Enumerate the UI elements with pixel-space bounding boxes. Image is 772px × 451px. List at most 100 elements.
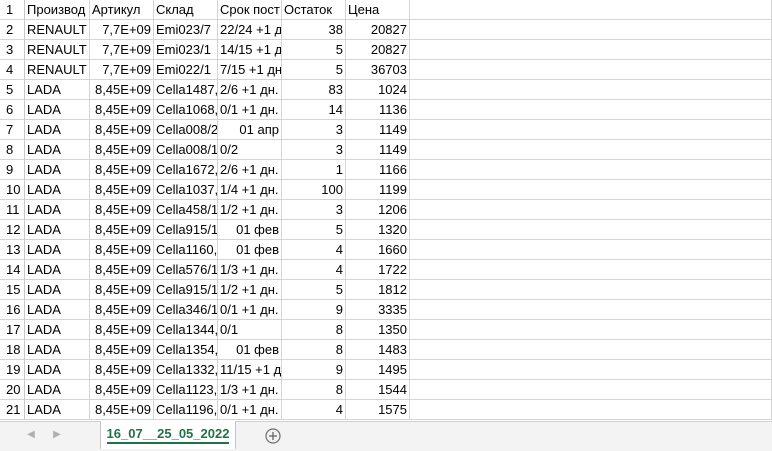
cell-delivery-term[interactable]: 1/2 +1 дн. [218,280,282,300]
cell-stock[interactable]: 5 [282,40,346,60]
cell-delivery-term[interactable]: 1/4 +1 дн. [218,180,282,200]
cell-warehouse[interactable]: Cella1487, [154,80,218,100]
row-header[interactable]: 8 [0,140,25,160]
cell-stock[interactable]: 3 [282,200,346,220]
cell-price[interactable]: 20827 [346,20,410,40]
cell-warehouse[interactable]: Cella576/1 [154,260,218,280]
cell-delivery-term[interactable]: 2/6 +1 дн. [218,160,282,180]
row-header[interactable]: 3 [0,40,25,60]
cell-manufacturer[interactable]: LADA [25,160,90,180]
cell-delivery-term[interactable]: 01 фев [218,240,282,260]
cell-empty[interactable] [410,180,772,200]
cell-article[interactable]: Артикул [90,0,154,20]
cell-manufacturer[interactable]: LADA [25,100,90,120]
cell-empty[interactable] [410,200,772,220]
cell-manufacturer[interactable]: LADA [25,220,90,240]
cell-manufacturer[interactable]: LADA [25,400,90,420]
cell-warehouse[interactable]: Склад [154,0,218,20]
cell-price[interactable]: Цена [346,0,410,20]
cell-warehouse[interactable]: Emi023/7 [154,20,218,40]
cell-warehouse[interactable]: Cella1672, [154,160,218,180]
cell-manufacturer[interactable]: LADA [25,180,90,200]
cell-warehouse[interactable]: Cella915/1 [154,280,218,300]
cell-delivery-term[interactable]: 7/15 +1 дн [218,60,282,80]
cell-empty[interactable] [410,20,772,40]
cell-article[interactable]: 8,45E+09 [90,260,154,280]
cell-manufacturer[interactable]: LADA [25,360,90,380]
cell-manufacturer[interactable]: RENAULT [25,20,90,40]
cell-empty[interactable] [410,100,772,120]
cell-warehouse[interactable]: Cella1196, [154,400,218,420]
cell-empty[interactable] [410,220,772,240]
cell-warehouse[interactable]: Cella1332, [154,360,218,380]
cell-manufacturer[interactable]: LADA [25,280,90,300]
cell-delivery-term[interactable]: 0/1 +1 дн. [218,100,282,120]
cell-article[interactable]: 8,45E+09 [90,280,154,300]
cell-manufacturer[interactable]: LADA [25,80,90,100]
cell-delivery-term[interactable]: 14/15 +1 д [218,40,282,60]
cell-empty[interactable] [410,280,772,300]
row-header[interactable]: 18 [0,340,25,360]
cell-manufacturer[interactable]: LADA [25,120,90,140]
cell-stock[interactable]: 8 [282,380,346,400]
row-header[interactable]: 1 [0,0,25,20]
cell-empty[interactable] [410,160,772,180]
cell-delivery-term[interactable]: Срок пост [218,0,282,20]
cell-warehouse[interactable]: Cella915/1 [154,220,218,240]
cell-empty[interactable] [410,240,772,260]
row-header[interactable]: 21 [0,400,25,420]
cell-manufacturer[interactable]: LADA [25,380,90,400]
cell-price[interactable]: 1166 [346,160,410,180]
row-header[interactable]: 5 [0,80,25,100]
cell-price[interactable]: 1149 [346,120,410,140]
cell-empty[interactable] [410,0,772,20]
cell-delivery-term[interactable]: 0/1 +1 дн. [218,400,282,420]
row-header[interactable]: 11 [0,200,25,220]
sheet-tab-active[interactable]: 16_07__25_05_2022 [100,421,236,449]
cell-article[interactable]: 8,45E+09 [90,120,154,140]
cell-delivery-term[interactable]: 01 апр [218,120,282,140]
row-header[interactable]: 12 [0,220,25,240]
cell-article[interactable]: 7,7E+09 [90,40,154,60]
cell-price[interactable]: 1575 [346,400,410,420]
cell-warehouse[interactable]: Cella008/2 [154,120,218,140]
cell-warehouse[interactable]: Cella1123, [154,380,218,400]
cell-empty[interactable] [410,300,772,320]
cell-warehouse[interactable]: Cella1068, [154,100,218,120]
cell-delivery-term[interactable]: 01 фев [218,220,282,240]
cell-manufacturer[interactable]: LADA [25,260,90,280]
cell-stock[interactable]: Остаток [282,0,346,20]
row-header[interactable]: 7 [0,120,25,140]
cell-price[interactable]: 1812 [346,280,410,300]
cell-warehouse[interactable]: Cella346/1 [154,300,218,320]
row-header[interactable]: 10 [0,180,25,200]
cell-manufacturer[interactable]: Производ [25,0,90,20]
cell-manufacturer[interactable]: RENAULT [25,60,90,80]
cell-article[interactable]: 8,45E+09 [90,200,154,220]
cell-article[interactable]: 8,45E+09 [90,340,154,360]
cell-article[interactable]: 7,7E+09 [90,60,154,80]
cell-empty[interactable] [410,120,772,140]
cell-warehouse[interactable]: Cella1160, [154,240,218,260]
cell-delivery-term[interactable]: 1/3 +1 дн. [218,380,282,400]
cell-article[interactable]: 8,45E+09 [90,320,154,340]
cell-manufacturer[interactable]: LADA [25,340,90,360]
cell-manufacturer[interactable]: LADA [25,320,90,340]
cell-price[interactable]: 1660 [346,240,410,260]
cell-empty[interactable] [410,380,772,400]
chevron-left-icon[interactable]: ◀ [24,428,38,442]
cell-delivery-term[interactable]: 1/3 +1 дн. [218,260,282,280]
cell-manufacturer[interactable]: RENAULT [25,40,90,60]
cell-empty[interactable] [410,340,772,360]
cell-stock[interactable]: 5 [282,60,346,80]
cell-delivery-term[interactable]: 2/6 +1 дн. [218,80,282,100]
cell-price[interactable]: 1722 [346,260,410,280]
cell-manufacturer[interactable]: LADA [25,300,90,320]
cell-price[interactable]: 1149 [346,140,410,160]
cell-price[interactable]: 1199 [346,180,410,200]
cell-stock[interactable]: 83 [282,80,346,100]
cell-warehouse[interactable]: Cella008/1 [154,140,218,160]
cell-warehouse[interactable]: Cella458/1 [154,200,218,220]
cell-stock[interactable]: 3 [282,120,346,140]
chevron-right-icon[interactable]: ▶ [50,428,64,442]
